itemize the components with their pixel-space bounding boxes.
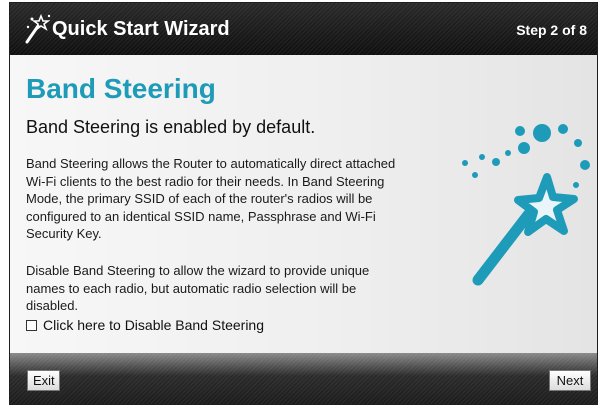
next-button[interactable]: Next [549,370,591,391]
disable-band-steering-checkbox[interactable] [26,319,37,331]
description-paragraph: Band Steering allows the Router to autom… [26,156,396,241]
step-indicator: Step 2 of 8 [516,22,587,38]
exit-button[interactable]: Exit [27,370,60,391]
magic-wand-icon [25,13,51,44]
page-subtitle: Band Steering is enabled by default. [26,117,316,137]
disable-band-steering-option[interactable]: Click here to Disable Band Steering [26,317,264,333]
wizard-header: Quick Start Wizard Step 2 of 8 [10,3,597,55]
wizard-title: Quick Start Wizard [52,18,230,40]
wizard-content: Band Steering Band Steering is enabled b… [10,55,597,355]
magic-wand-star-illustration [462,124,590,286]
disable-info-paragraph: Disable Band Steering to allow the wizar… [26,263,370,313]
wizard-window: Quick Start Wizard Step 2 of 8 Band Stee… [9,2,598,405]
wizard-footer: Exit Next [10,353,597,404]
checkbox-label: Click here to Disable Band Steering [43,317,265,333]
page-title: Band Steering [26,73,216,104]
